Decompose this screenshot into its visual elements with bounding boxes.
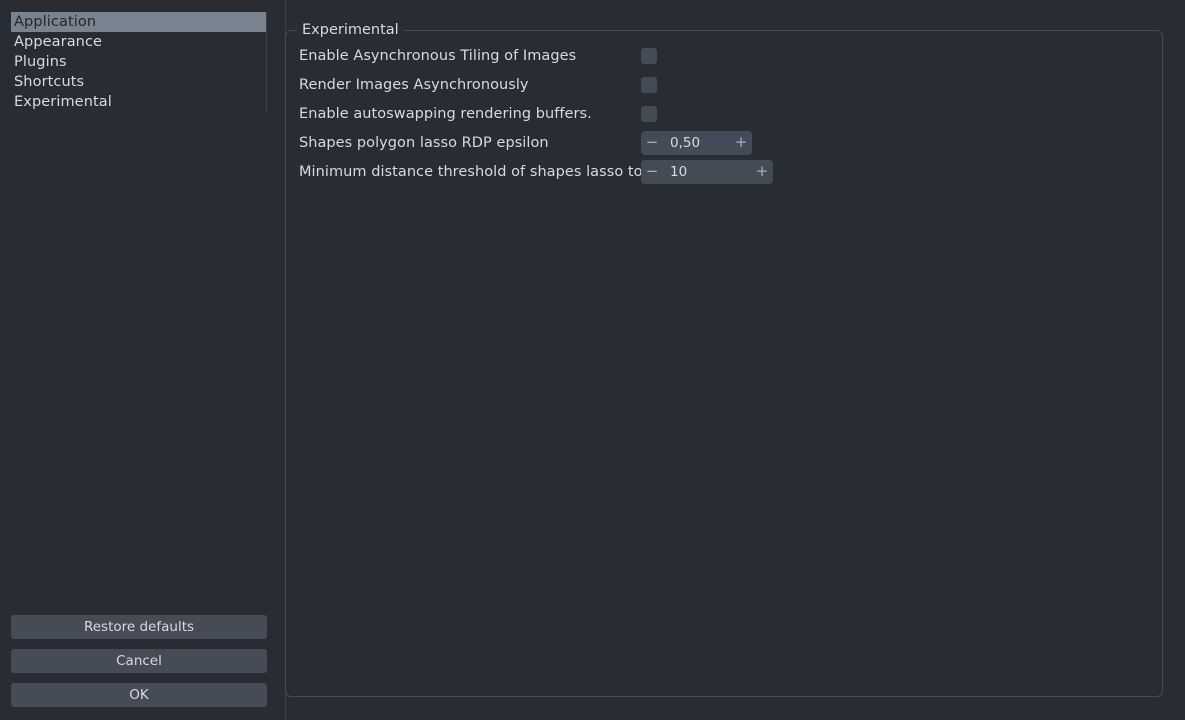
setting-label: Enable autoswapping rendering buffers. [299, 105, 592, 122]
settings-sidebar: Application Appearance Plugins Shortcuts… [0, 0, 277, 720]
minus-icon[interactable]: − [641, 160, 663, 184]
setting-label: Shapes polygon lasso RDP epsilon [299, 134, 549, 151]
setting-row-rdp-epsilon: Shapes polygon lasso RDP epsilon − 0,50 … [299, 128, 799, 157]
cancel-button[interactable]: Cancel [11, 649, 267, 673]
settings-content-pane: Experimental Enable Asynchronous Tiling … [285, 0, 1185, 720]
sidebar-item-label: Plugins [14, 54, 67, 70]
setting-row-render-async: Render Images Asynchronously [299, 70, 799, 99]
rdp-epsilon-value[interactable]: 0,50 [663, 135, 730, 151]
sidebar-item-application[interactable]: Application [11, 12, 266, 32]
setting-row-lasso-min-distance: Minimum distance threshold of shapes las… [299, 157, 799, 186]
plus-icon[interactable]: + [730, 131, 752, 155]
setting-row-async-tiling: Enable Asynchronous Tiling of Images [299, 41, 799, 70]
dialog-button-column: Restore defaults Cancel OK [11, 615, 267, 707]
plus-icon[interactable]: + [751, 160, 773, 184]
lasso-min-distance-value[interactable]: 10 [663, 164, 751, 180]
async-tiling-checkbox[interactable] [641, 47, 657, 64]
sidebar-item-experimental[interactable]: Experimental [11, 92, 266, 112]
restore-defaults-button[interactable]: Restore defaults [11, 615, 267, 639]
setting-label: Render Images Asynchronously [299, 76, 529, 93]
rdp-epsilon-spinbox[interactable]: − 0,50 + [641, 130, 752, 155]
settings-row-list: Enable Asynchronous Tiling of Images Ren… [299, 41, 799, 186]
lasso-min-distance-spinbox[interactable]: − 10 + [641, 159, 773, 184]
experimental-group-box: Experimental Enable Asynchronous Tiling … [285, 21, 1163, 697]
minus-icon[interactable]: − [641, 131, 663, 155]
sidebar-item-label: Appearance [14, 34, 103, 50]
render-async-checkbox[interactable] [641, 76, 657, 93]
sidebar-item-plugins[interactable]: Plugins [11, 52, 266, 72]
sidebar-item-shortcuts[interactable]: Shortcuts [11, 72, 266, 92]
sidebar-item-label: Application [14, 14, 97, 30]
category-list[interactable]: Application Appearance Plugins Shortcuts… [11, 12, 267, 112]
setting-label: Minimum distance threshold of shapes las… [299, 163, 656, 180]
setting-row-autoswap-buffers: Enable autoswapping rendering buffers. [299, 99, 799, 128]
group-box-title: Experimental [297, 21, 404, 39]
sidebar-item-label: Experimental [14, 94, 112, 110]
sidebar-item-label: Shortcuts [14, 74, 85, 90]
setting-label: Enable Asynchronous Tiling of Images [299, 47, 577, 64]
autoswap-buffers-checkbox[interactable] [641, 105, 657, 122]
ok-button[interactable]: OK [11, 683, 267, 707]
sidebar-item-appearance[interactable]: Appearance [11, 32, 266, 52]
